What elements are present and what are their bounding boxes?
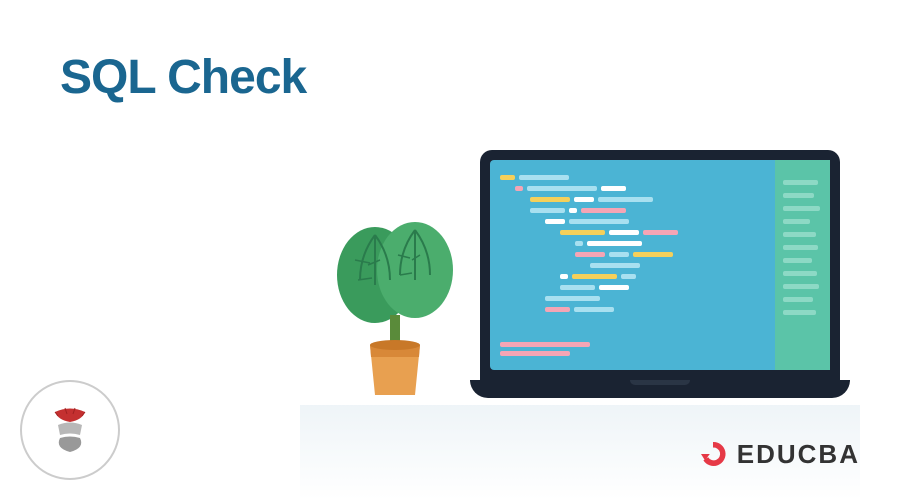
code-editor-area	[490, 160, 775, 370]
page-title: SQL Check	[60, 50, 306, 105]
laptop-display	[490, 160, 830, 370]
laptop-base	[470, 380, 850, 398]
laptop-notch	[630, 380, 690, 385]
plant-illustration	[320, 205, 470, 405]
laptop-screen	[480, 150, 840, 380]
educba-logo: EDUCBA	[697, 438, 860, 470]
sql-server-icon	[40, 400, 100, 460]
sql-server-logo	[20, 380, 120, 480]
code-sidebar	[775, 160, 830, 370]
educba-swirl-icon	[697, 438, 729, 470]
laptop-illustration	[480, 150, 860, 410]
educba-brand-text: EDUCBA	[737, 439, 860, 470]
